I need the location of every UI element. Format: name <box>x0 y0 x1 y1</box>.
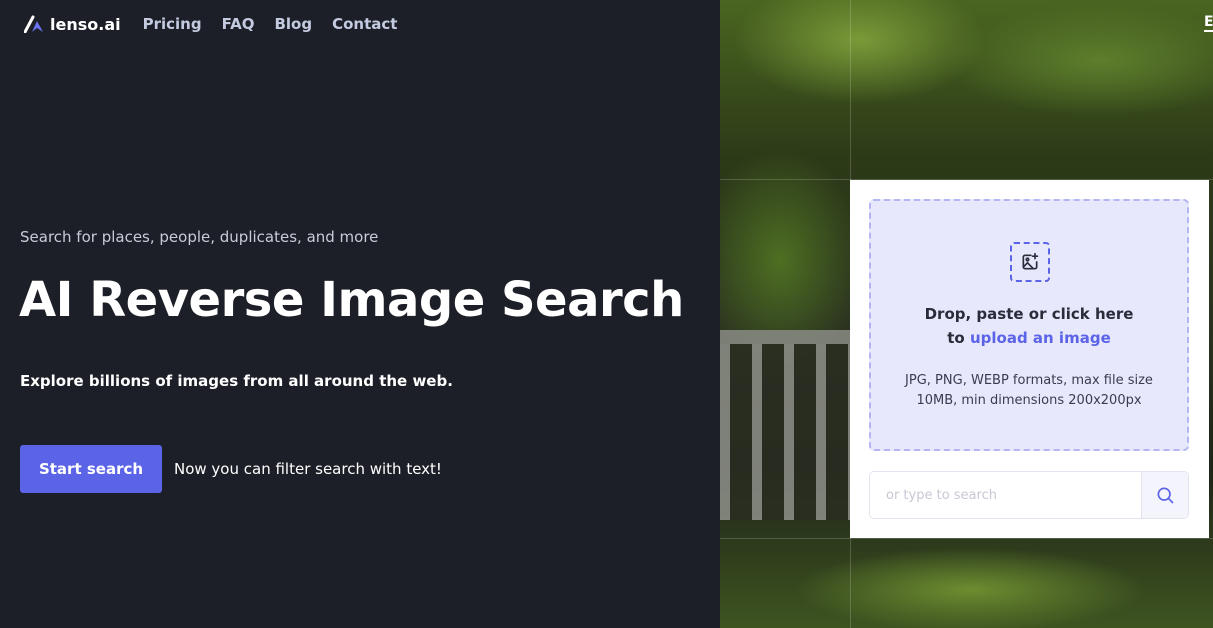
search-bar <box>869 471 1189 519</box>
lenso-logo-icon <box>24 15 43 33</box>
hero-description: Explore billions of images from all arou… <box>20 372 453 390</box>
language-selector[interactable]: E <box>1204 14 1213 32</box>
upload-prefix: to <box>947 329 965 347</box>
search-input[interactable] <box>870 472 1141 518</box>
filter-note: Now you can filter search with text! <box>174 460 442 478</box>
hero-section: lenso.ai Pricing FAQ Blog Contact Search… <box>0 0 720 628</box>
nav-faq[interactable]: FAQ <box>222 15 255 33</box>
upload-dropzone[interactable]: Drop, paste or click here to upload an i… <box>869 199 1189 451</box>
start-search-button[interactable]: Start search <box>20 445 162 493</box>
hero-subtitle: Search for places, people, duplicates, a… <box>20 228 379 246</box>
brand-name: lenso.ai <box>50 14 121 34</box>
image-plus-icon <box>1010 242 1050 282</box>
search-button[interactable] <box>1141 472 1188 518</box>
drop-instruction: Drop, paste or click here <box>924 305 1134 323</box>
nav-contact[interactable]: Contact <box>332 15 397 33</box>
page-title: AI Reverse Image Search <box>19 272 684 328</box>
search-icon <box>1157 487 1174 504</box>
upload-instruction: to upload an image <box>871 329 1187 347</box>
brand-logo[interactable]: lenso.ai <box>24 15 121 34</box>
nav-pricing[interactable]: Pricing <box>143 15 202 33</box>
top-nav: lenso.ai Pricing FAQ Blog Contact <box>24 12 417 36</box>
upload-card: Drop, paste or click here to upload an i… <box>850 180 1209 538</box>
grid-line <box>720 538 1213 539</box>
format-info: JPG, PNG, WEBP formats, max file size 10… <box>905 373 1153 408</box>
nav-blog[interactable]: Blog <box>274 15 312 33</box>
upload-image-link[interactable]: upload an image <box>970 329 1111 347</box>
viaduct-image <box>720 330 850 520</box>
